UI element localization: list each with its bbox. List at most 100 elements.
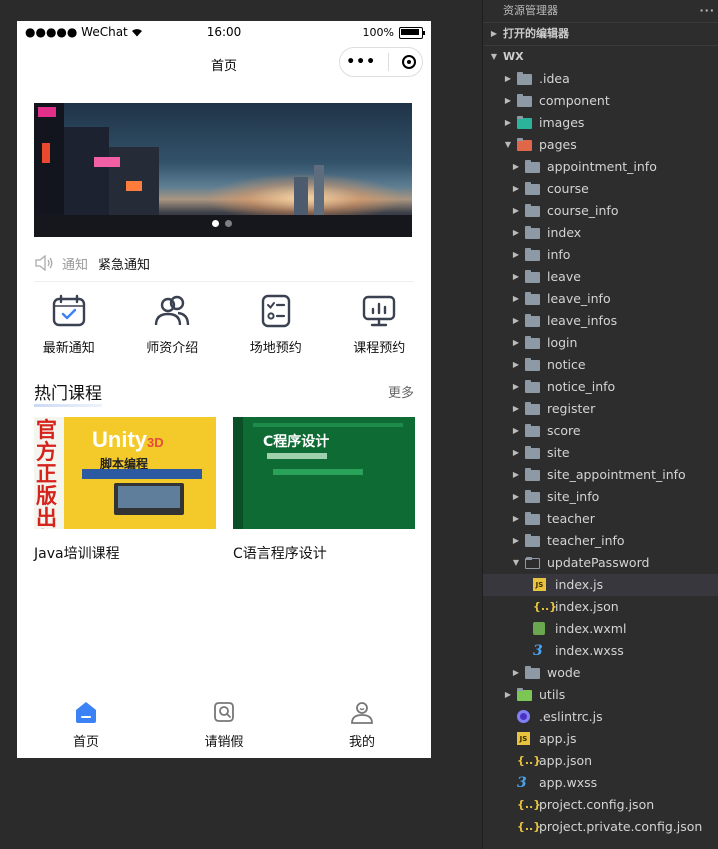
tree-folder[interactable]: ▶ notice_info bbox=[483, 376, 718, 398]
tree-file[interactable]: 3 index.wxss bbox=[483, 640, 718, 662]
grid-item-site-booking[interactable]: 场地预约 bbox=[224, 293, 328, 363]
chevron-right-icon[interactable]: ▶ bbox=[503, 684, 513, 706]
chevron-down-icon[interactable]: ▼ bbox=[503, 134, 513, 156]
css-file-icon: 3 bbox=[533, 643, 543, 659]
chevron-right-icon[interactable]: ▶ bbox=[511, 332, 521, 354]
file-tree: ▶ .idea ▶ component ▶ images ▼ pages ▶ appointmen… bbox=[483, 68, 718, 838]
folder-icon bbox=[517, 116, 532, 129]
tree-folder[interactable]: ▶ leave_info bbox=[483, 288, 718, 310]
tree-file[interactable]: .eslintrc.js bbox=[483, 706, 718, 728]
tree-folder[interactable]: ▶ register bbox=[483, 398, 718, 420]
notice-text[interactable]: 紧急通知 bbox=[98, 254, 150, 273]
course-cover[interactable]: C程序设计 bbox=[233, 417, 415, 529]
tree-folder[interactable]: ▶ leave_infos bbox=[483, 310, 718, 332]
chevron-right-icon[interactable]: ▶ bbox=[511, 530, 521, 552]
swiper-dot-active[interactable] bbox=[212, 220, 219, 227]
tree-folder[interactable]: ▶ site_appointment_info bbox=[483, 464, 718, 486]
swiper-dot[interactable] bbox=[225, 220, 232, 227]
course-card[interactable]: C程序设计 C语言程序设计 bbox=[233, 417, 415, 563]
home-icon bbox=[76, 702, 96, 723]
chevron-right-icon[interactable]: ▶ bbox=[511, 662, 521, 684]
tree-folder[interactable]: ▶ teacher bbox=[483, 508, 718, 530]
tree-file[interactable]: {..} app.json bbox=[483, 750, 718, 772]
chevron-down-icon[interactable]: ▼ bbox=[511, 552, 521, 574]
tree-folder[interactable]: ▼ pages bbox=[483, 134, 718, 156]
tree-folder[interactable]: ▶ teacher_info bbox=[483, 530, 718, 552]
tree-item-label: course_info bbox=[547, 203, 619, 218]
chevron-right-icon[interactable]: ▶ bbox=[511, 222, 521, 244]
course-name[interactable]: Java培训课程 bbox=[34, 543, 216, 563]
cover-band bbox=[82, 469, 202, 479]
chevron-right-icon[interactable]: ▶ bbox=[511, 398, 521, 420]
tree-folder[interactable]: ▶ wode bbox=[483, 662, 718, 684]
chevron-right-icon[interactable]: ▶ bbox=[511, 354, 521, 376]
chevron-right-icon[interactable]: ▶ bbox=[511, 486, 521, 508]
chevron-right-icon[interactable]: ▶ bbox=[511, 376, 521, 398]
tree-folder[interactable]: ▼ updatePassword bbox=[483, 552, 718, 574]
tree-file[interactable]: index.wxml bbox=[483, 618, 718, 640]
grid-item-latest-notice[interactable]: 最新通知 bbox=[17, 293, 121, 363]
tree-item-label: index.wxss bbox=[555, 643, 624, 658]
tree-file[interactable]: 3 app.wxss bbox=[483, 772, 718, 794]
more-menu-button[interactable]: ••• bbox=[346, 54, 376, 70]
chevron-right-icon[interactable]: ▶ bbox=[511, 508, 521, 530]
chevron-right-icon[interactable]: ▶ bbox=[511, 244, 521, 266]
tree-folder[interactable]: ▶ appointment_info bbox=[483, 156, 718, 178]
tree-folder[interactable]: ▶ .idea bbox=[483, 68, 718, 90]
folder-icon bbox=[525, 204, 540, 217]
tree-folder[interactable]: ▶ index bbox=[483, 222, 718, 244]
tree-folder[interactable]: ▶ site_info bbox=[483, 486, 718, 508]
tree-folder[interactable]: ▶ course_info bbox=[483, 200, 718, 222]
grid-item-teachers[interactable]: 师资介绍 bbox=[121, 293, 225, 363]
close-miniprogram-button[interactable] bbox=[401, 55, 416, 69]
course-name[interactable]: C语言程序设计 bbox=[233, 543, 415, 563]
chevron-right-icon[interactable]: ▶ bbox=[511, 310, 521, 332]
chevron-right-icon[interactable]: ▶ bbox=[511, 266, 521, 288]
banner-swiper[interactable] bbox=[34, 103, 412, 237]
chevron-right-icon[interactable]: ▶ bbox=[511, 288, 521, 310]
tab-label: 首页 bbox=[72, 735, 99, 750]
tree-folder[interactable]: ▶ score bbox=[483, 420, 718, 442]
tree-file[interactable]: {..} project.private.config.json bbox=[483, 816, 718, 838]
tree-file[interactable]: JS index.js bbox=[483, 574, 718, 596]
grid-item-course-booking[interactable]: 课程预约 bbox=[328, 293, 432, 363]
banner-neon-sign bbox=[38, 107, 56, 117]
chevron-right-icon[interactable]: ▶ bbox=[511, 200, 521, 222]
tab-home[interactable]: 首页 bbox=[17, 695, 155, 758]
tree-folder[interactable]: ▶ leave bbox=[483, 266, 718, 288]
swiper-indicator bbox=[212, 220, 232, 227]
tree-file[interactable]: {..} index.json bbox=[483, 596, 718, 618]
section-title: 热门课程 bbox=[34, 379, 102, 407]
chevron-right-icon[interactable]: ▶ bbox=[511, 420, 521, 442]
more-actions-button[interactable]: ··· bbox=[699, 0, 715, 22]
notice-bar[interactable]: 通知 紧急通知 bbox=[34, 245, 414, 282]
tree-folder[interactable]: ▶ info bbox=[483, 244, 718, 266]
chevron-right-icon[interactable]: ▶ bbox=[511, 464, 521, 486]
js-file-icon: JS bbox=[533, 578, 546, 591]
tree-file[interactable]: JS app.js bbox=[483, 728, 718, 750]
workspace-root[interactable]: ▼ WX bbox=[483, 45, 718, 68]
tree-folder[interactable]: ▶ images bbox=[483, 112, 718, 134]
folder-icon bbox=[525, 402, 540, 415]
chevron-right-icon[interactable]: ▶ bbox=[511, 156, 521, 178]
course-cover[interactable]: 官方正版出版社直发 Unity3D 脚本编程 bbox=[34, 417, 216, 529]
tree-folder[interactable]: ▶ course bbox=[483, 178, 718, 200]
open-editors-section[interactable]: ▶ 打开的编辑器 bbox=[483, 22, 718, 45]
chevron-right-icon[interactable]: ▶ bbox=[511, 442, 521, 464]
course-card[interactable]: 官方正版出版社直发 Unity3D 脚本编程 Java培训课程 bbox=[34, 417, 216, 563]
chevron-right-icon[interactable]: ▶ bbox=[503, 90, 513, 112]
folder-icon bbox=[525, 336, 540, 349]
tree-folder[interactable]: ▶ login bbox=[483, 332, 718, 354]
tab-mine[interactable]: 我的 bbox=[293, 695, 431, 758]
chevron-right-icon[interactable]: ▶ bbox=[511, 178, 521, 200]
chevron-right-icon[interactable]: ▶ bbox=[503, 112, 513, 134]
capsule-divider bbox=[388, 53, 390, 71]
more-link[interactable]: 更多 bbox=[388, 382, 414, 401]
tree-folder[interactable]: ▶ utils bbox=[483, 684, 718, 706]
tree-file[interactable]: {..} project.config.json bbox=[483, 794, 718, 816]
chevron-right-icon[interactable]: ▶ bbox=[503, 68, 513, 90]
tab-leave[interactable]: 请销假 bbox=[155, 695, 293, 758]
tree-folder[interactable]: ▶ component bbox=[483, 90, 718, 112]
tree-folder[interactable]: ▶ notice bbox=[483, 354, 718, 376]
tree-folder[interactable]: ▶ site bbox=[483, 442, 718, 464]
